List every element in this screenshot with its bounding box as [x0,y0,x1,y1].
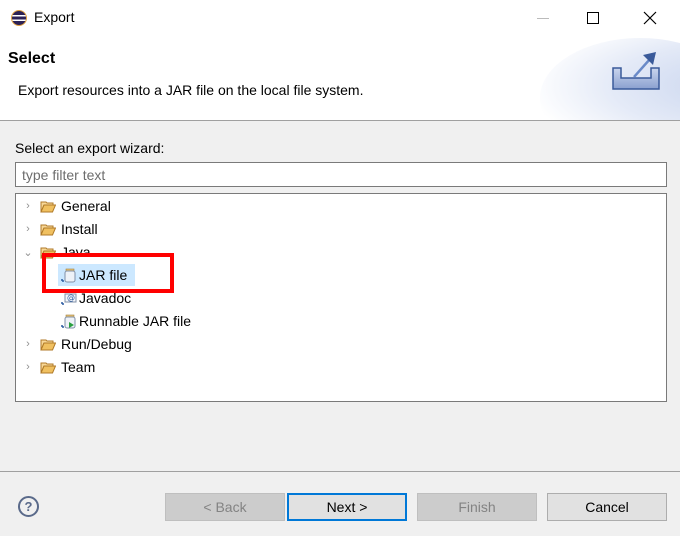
maximize-button[interactable] [570,0,616,36]
maximize-icon [587,12,599,24]
tree-item-label: General [61,198,111,214]
filter-input[interactable] [15,162,667,187]
tree-item-install[interactable]: › Install [22,218,98,240]
cancel-button[interactable]: Cancel [547,493,667,521]
chevron-down-icon[interactable]: ⌄ [22,246,34,259]
back-button[interactable]: < Back [165,493,285,521]
wizard-header: Select Export resources into a JAR file … [0,38,680,120]
wizard-label: Select an export wizard: [15,140,165,156]
tree-item-runnable-jar[interactable]: Runnable JAR file [61,310,191,332]
next-button[interactable]: Next > [287,493,407,521]
chevron-right-icon[interactable]: › [22,223,34,235]
minimize-button[interactable] [520,0,566,36]
tree-item-label: Runnable JAR file [79,313,192,329]
eclipse-icon [11,10,27,26]
help-icon: ? [24,499,33,514]
chevron-right-icon[interactable]: › [22,200,34,212]
runnable-jar-icon [61,314,76,329]
window-title: Export [34,9,75,25]
title-bar: Export [0,0,680,38]
export-wizard-icon [612,52,660,90]
help-button[interactable]: ? [18,496,39,517]
chevron-right-icon[interactable]: › [22,338,34,350]
folder-icon [40,201,56,212]
finish-button[interactable]: Finish [417,493,537,521]
minimize-icon [537,17,549,19]
close-icon [643,11,657,25]
page-description: Export resources into a JAR file on the … [18,82,364,98]
wizard-tree[interactable]: › General › Install ⌄ Java JAR file @ Ja… [15,193,667,402]
tree-item-run-debug[interactable]: › Run/Debug [22,333,132,355]
tree-item-label: Team [61,359,96,375]
header-separator [0,120,680,121]
tree-item-team[interactable]: › Team [22,356,95,378]
annotation-highlight-box [42,253,174,293]
folder-icon [40,224,56,235]
folder-icon [40,362,56,373]
svg-text:@: @ [67,293,75,302]
folder-icon [40,339,56,350]
close-button[interactable] [627,0,673,36]
tree-item-general[interactable]: › General [22,195,111,217]
tree-item-label: Run/Debug [61,336,132,352]
footer-separator [0,471,680,472]
tree-item-label: Install [61,221,98,237]
page-title: Select [8,50,56,67]
chevron-right-icon[interactable]: › [22,361,34,373]
